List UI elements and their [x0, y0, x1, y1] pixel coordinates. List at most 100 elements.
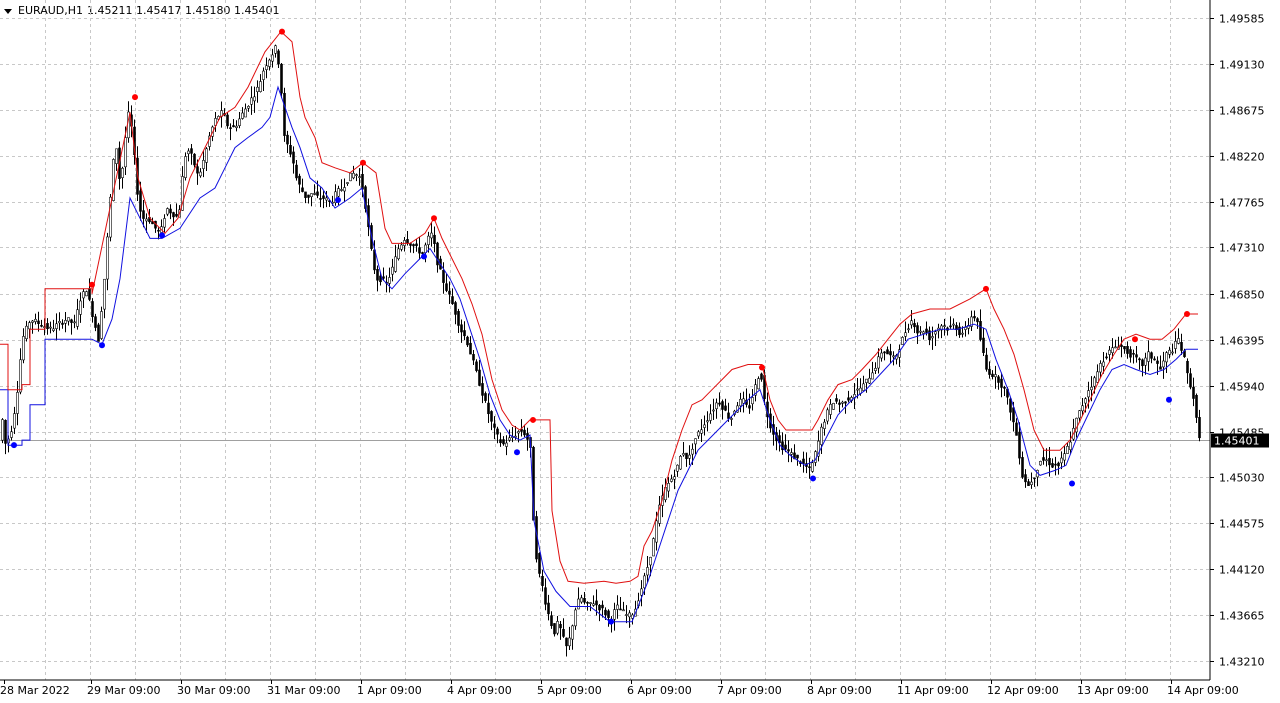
candle-body: [172, 212, 175, 218]
candle-body: [625, 614, 628, 616]
candle-body: [685, 452, 688, 460]
candle-body: [949, 325, 952, 328]
candle-body: [883, 351, 886, 354]
candle-body: [28, 322, 31, 330]
swing-high-marker: [431, 215, 437, 222]
candle-body: [1048, 457, 1051, 466]
candle-body: [352, 172, 355, 179]
candle-body: [460, 324, 463, 333]
candle-body: [298, 175, 301, 185]
candle-body: [472, 354, 475, 361]
candle-body: [1198, 417, 1201, 439]
candle-body: [202, 160, 205, 169]
candle-body: [652, 538, 655, 557]
candle-body: [1129, 349, 1132, 358]
candle-body: [553, 623, 556, 635]
candle-body: [268, 59, 271, 67]
candle-body: [865, 378, 868, 383]
candle-body: [835, 398, 838, 402]
candle-body: [496, 428, 499, 435]
candle-body: [559, 624, 562, 629]
candle-body: [1021, 457, 1024, 478]
candle-body: [547, 602, 550, 615]
candle-body: [919, 330, 922, 333]
candle-body: [1108, 349, 1111, 355]
swing-high-marker: [983, 285, 989, 292]
candle-body: [784, 444, 787, 450]
candle-body: [679, 456, 682, 470]
candle-body: [1087, 390, 1090, 398]
candle-body: [238, 118, 241, 126]
price-tick-label: 1.48675: [1219, 105, 1265, 118]
candle-body: [523, 429, 526, 436]
candle-body: [64, 320, 67, 324]
candle-body: [115, 148, 118, 164]
grid: [0, 0, 1210, 680]
price-tick-label: 1.48220: [1219, 151, 1265, 164]
swing-low-marker: [99, 342, 105, 349]
candle-body: [271, 54, 274, 62]
candle-body: [829, 403, 832, 415]
candle-body: [874, 367, 877, 371]
candle-body: [910, 320, 913, 326]
candle-body: [1066, 445, 1069, 454]
candle-body: [31, 320, 34, 323]
candle-body: [838, 402, 841, 405]
candle-body: [868, 377, 871, 384]
price-tick-label: 1.45940: [1219, 381, 1265, 394]
candle-body: [916, 325, 919, 334]
upper-band-line: [0, 30, 1198, 584]
candle-body: [448, 290, 451, 295]
candle-body: [259, 81, 262, 92]
time-tick-label: 14 Apr 09:00: [1167, 684, 1239, 697]
candle-body: [451, 296, 454, 305]
candle-body: [973, 316, 976, 319]
candle-body: [583, 597, 586, 603]
swing-low-marker: [608, 618, 614, 625]
candle-body: [346, 182, 349, 184]
candle-body: [682, 453, 685, 456]
candle-body: [157, 229, 160, 232]
candle-body: [175, 213, 178, 217]
candle-body: [1174, 341, 1177, 349]
candle-body: [322, 195, 325, 199]
candle-body: [1042, 457, 1045, 461]
candle-body: [142, 210, 145, 219]
candle-body: [280, 63, 283, 94]
candle-body: [1153, 358, 1156, 361]
candle-body: [1123, 346, 1126, 350]
candle-body: [229, 127, 232, 129]
candle-body: [55, 323, 58, 329]
candle-body: [163, 218, 166, 228]
candle-body: [1189, 373, 1192, 388]
candle-body: [307, 194, 310, 198]
candle-body: [904, 332, 907, 337]
candle-body: [886, 349, 889, 355]
price-tick-label: 1.43665: [1219, 610, 1265, 623]
time-tick-label: 29 Mar 09:00: [87, 684, 160, 697]
candle-body: [730, 418, 733, 420]
candle-body: [40, 325, 43, 327]
candle-body: [376, 269, 379, 281]
swing-low-marker: [421, 253, 427, 260]
candle-body: [349, 172, 352, 182]
candle-body: [37, 320, 40, 325]
candle-body: [1114, 346, 1117, 349]
candle-body: [994, 374, 997, 378]
time-tick-label: 12 Apr 09:00: [987, 684, 1059, 697]
candle-body: [88, 288, 91, 300]
candle-body: [325, 197, 328, 201]
candle-body: [49, 326, 52, 329]
candle-body: [1003, 387, 1006, 389]
candle-body: [418, 247, 421, 254]
price-tick-label: 1.47310: [1219, 242, 1265, 255]
candle-body: [1030, 481, 1033, 485]
candle-body: [820, 426, 823, 445]
candle-body: [1033, 477, 1036, 480]
candle-body: [490, 411, 493, 422]
candle-body: [235, 125, 238, 128]
candle-body: [70, 319, 73, 323]
candle-body: [1141, 359, 1144, 367]
price-tick-label: 1.43210: [1219, 656, 1265, 669]
price-chart[interactable]: 1.49585 1.49130 1.48675 1.48220 1.47765 1.473…: [0, 0, 1280, 703]
